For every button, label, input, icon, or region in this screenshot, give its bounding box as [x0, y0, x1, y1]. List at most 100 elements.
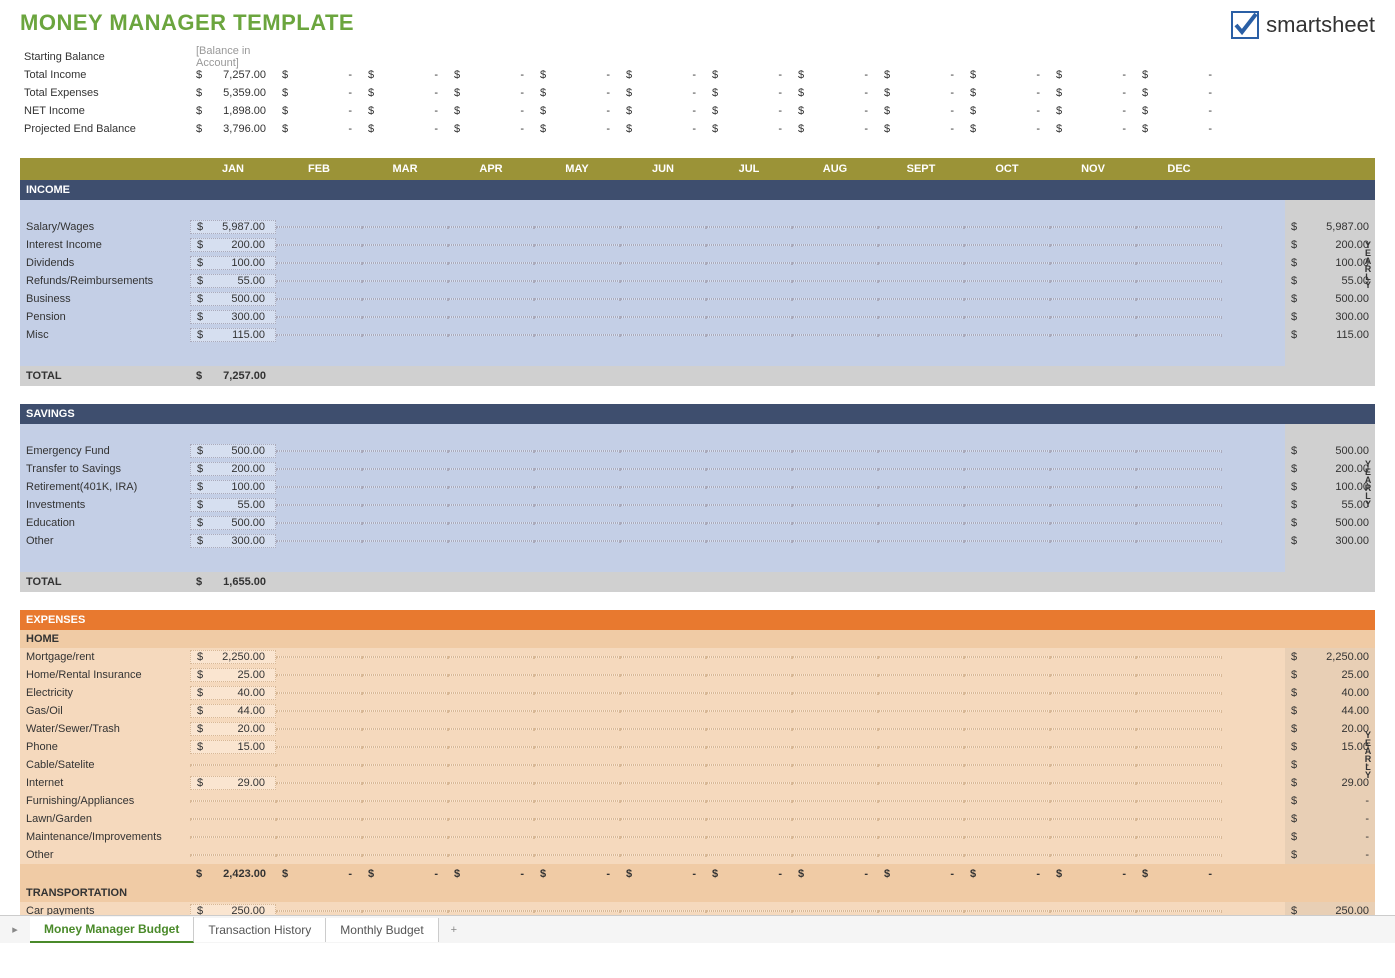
value-cell[interactable]	[1136, 836, 1222, 838]
value-cell[interactable]	[792, 504, 878, 506]
value-cell[interactable]	[878, 486, 964, 488]
value-cell[interactable]	[276, 764, 362, 766]
value-cell[interactable]	[1136, 334, 1222, 336]
value-cell[interactable]	[1050, 854, 1136, 856]
value-cell[interactable]	[1136, 854, 1222, 856]
value-cell[interactable]: $115.00	[190, 328, 276, 342]
value-cell[interactable]	[362, 746, 448, 748]
value-cell[interactable]	[276, 656, 362, 658]
value-cell[interactable]	[534, 226, 620, 228]
value-cell[interactable]	[448, 486, 534, 488]
value-cell[interactable]	[792, 522, 878, 524]
value-cell[interactable]	[878, 468, 964, 470]
value-cell[interactable]	[706, 450, 792, 452]
value-cell[interactable]	[792, 728, 878, 730]
value-cell[interactable]	[620, 244, 706, 246]
value-cell[interactable]	[878, 782, 964, 784]
value-cell[interactable]	[620, 262, 706, 264]
value-cell[interactable]	[534, 782, 620, 784]
value-cell[interactable]	[620, 334, 706, 336]
value-cell[interactable]	[362, 262, 448, 264]
value-cell[interactable]	[964, 504, 1050, 506]
value-cell[interactable]	[1136, 486, 1222, 488]
value-cell[interactable]	[878, 334, 964, 336]
value-cell[interactable]	[1136, 280, 1222, 282]
value-cell[interactable]	[276, 504, 362, 506]
value-cell[interactable]	[792, 262, 878, 264]
value-cell[interactable]	[964, 262, 1050, 264]
value-cell[interactable]	[276, 244, 362, 246]
value-cell[interactable]	[276, 674, 362, 676]
value-cell[interactable]	[448, 334, 534, 336]
value-cell[interactable]	[878, 226, 964, 228]
value-cell[interactable]	[362, 656, 448, 658]
value-cell[interactable]	[792, 244, 878, 246]
value-cell[interactable]	[276, 746, 362, 748]
value-cell[interactable]	[1136, 468, 1222, 470]
value-cell[interactable]	[964, 674, 1050, 676]
value-cell[interactable]	[448, 782, 534, 784]
value-cell[interactable]: $20.00	[190, 722, 276, 736]
value-cell[interactable]	[706, 504, 792, 506]
value-cell[interactable]	[448, 540, 534, 542]
value-cell[interactable]	[964, 728, 1050, 730]
value-cell[interactable]	[792, 486, 878, 488]
value-cell[interactable]	[706, 746, 792, 748]
value-cell[interactable]	[534, 522, 620, 524]
value-cell[interactable]	[706, 298, 792, 300]
value-cell[interactable]	[276, 226, 362, 228]
value-cell[interactable]	[448, 818, 534, 820]
value-cell[interactable]: $55.00	[190, 498, 276, 512]
value-cell[interactable]	[706, 262, 792, 264]
value-cell[interactable]: $2,250.00	[190, 650, 276, 664]
value-cell[interactable]	[534, 656, 620, 658]
value-cell[interactable]	[362, 800, 448, 802]
value-cell[interactable]	[1136, 522, 1222, 524]
value-cell[interactable]	[448, 800, 534, 802]
value-cell[interactable]	[1050, 692, 1136, 694]
value-cell[interactable]	[706, 800, 792, 802]
value-cell[interactable]	[276, 450, 362, 452]
value-cell[interactable]: $100.00	[190, 480, 276, 494]
value-cell[interactable]	[1050, 728, 1136, 730]
value-cell[interactable]	[534, 298, 620, 300]
value-cell[interactable]	[706, 244, 792, 246]
value-cell[interactable]	[706, 486, 792, 488]
value-cell[interactable]	[706, 910, 792, 912]
value-cell[interactable]	[620, 746, 706, 748]
value-cell[interactable]	[620, 468, 706, 470]
value-cell[interactable]	[878, 800, 964, 802]
value-cell[interactable]	[620, 674, 706, 676]
value-cell[interactable]	[362, 818, 448, 820]
value-cell[interactable]	[964, 910, 1050, 912]
value-cell[interactable]	[706, 818, 792, 820]
value-cell[interactable]	[448, 728, 534, 730]
value-cell[interactable]	[362, 540, 448, 542]
value-cell[interactable]	[534, 674, 620, 676]
value-cell[interactable]	[1050, 316, 1136, 318]
value-cell[interactable]	[276, 854, 362, 856]
value-cell[interactable]	[534, 334, 620, 336]
value-cell[interactable]	[878, 298, 964, 300]
value-cell[interactable]	[1050, 226, 1136, 228]
value-cell[interactable]	[792, 226, 878, 228]
value-cell[interactable]	[878, 854, 964, 856]
value-cell[interactable]	[964, 316, 1050, 318]
value-cell[interactable]	[878, 450, 964, 452]
value-cell[interactable]: $200.00	[190, 238, 276, 252]
value-cell[interactable]	[276, 782, 362, 784]
value-cell[interactable]	[362, 710, 448, 712]
value-cell[interactable]	[1050, 910, 1136, 912]
value-cell[interactable]	[362, 782, 448, 784]
value-cell[interactable]	[534, 710, 620, 712]
value-cell[interactable]	[1050, 674, 1136, 676]
value-cell[interactable]	[620, 540, 706, 542]
value-cell[interactable]	[362, 244, 448, 246]
value-cell[interactable]	[1136, 728, 1222, 730]
value-cell[interactable]	[362, 334, 448, 336]
value-cell[interactable]	[190, 800, 276, 802]
value-cell[interactable]	[448, 298, 534, 300]
value-cell[interactable]	[534, 316, 620, 318]
value-cell[interactable]	[878, 836, 964, 838]
value-cell[interactable]	[620, 226, 706, 228]
